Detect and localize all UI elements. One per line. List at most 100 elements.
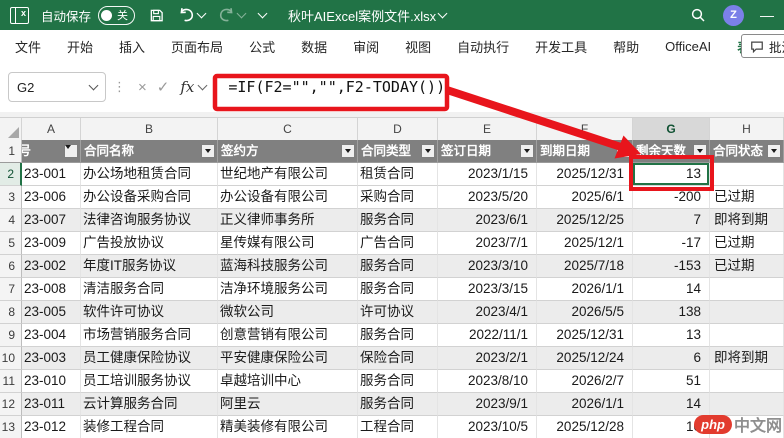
formula-input[interactable]: =IF(F2="","",F2-TODAY()) [228,78,445,96]
cell-type[interactable]: 服务合同 [358,209,438,232]
row-number-5[interactable]: 5 [0,232,22,255]
avatar[interactable]: Z [723,4,744,26]
cell-start[interactable]: 2023/7/1 [438,232,537,255]
cell-name[interactable]: 软件许可协议 [81,301,218,324]
cell-type[interactable]: 采购合同 [358,186,438,209]
cell-status[interactable]: 已过期 [710,255,784,278]
column-letter-E[interactable]: E [438,118,537,142]
cell-party[interactable]: 精美装修有限公司 [218,416,358,438]
drag-handle-icon[interactable]: ⋮ [113,80,126,95]
filter-button[interactable] [767,144,781,158]
cell-days[interactable]: 138 [633,301,710,324]
row-number-4[interactable]: 4 [0,209,22,232]
row-number-2[interactable]: 2 [0,163,22,186]
cell-start[interactable]: 2023/3/10 [438,255,537,278]
cell-days[interactable]: 13 [633,163,710,186]
cell-type[interactable]: 服务合同 [358,393,438,416]
cell-status[interactable] [710,163,784,186]
cell-party[interactable]: 正义律师事务所 [218,209,358,232]
cell-start[interactable]: 2023/2/1 [438,347,537,370]
cell-id[interactable]: 23-007 [22,209,81,232]
column-letter-B[interactable]: B [81,118,218,142]
ribbon-tab-3[interactable]: 插入 [106,37,158,56]
column-letter-H[interactable]: H [710,118,784,142]
cell-end[interactable]: 2026/5/5 [537,301,633,324]
cell-id[interactable]: 23-008 [22,278,81,301]
quick-access-chevron-icon[interactable] [257,8,268,19]
ribbon-tab-5[interactable]: 公式 [236,37,288,56]
cell-status[interactable]: 已过期 [710,232,784,255]
redo-dropdown-chevron-icon[interactable] [236,8,247,19]
row-number-8[interactable]: 8 [0,301,22,324]
cell-days[interactable]: 51 [633,370,710,393]
ribbon-tab-6[interactable]: 数据 [288,37,340,56]
cell-start[interactable]: 2023/6/1 [438,209,537,232]
header-cell-5[interactable]: 签订日期 [438,140,537,163]
autosave-toggle[interactable]: 关 [98,5,136,25]
column-letter-D[interactable]: D [358,118,438,142]
cell-name[interactable]: 员工健康保险协议 [81,347,218,370]
cell-name[interactable]: 清洁服务合同 [81,278,218,301]
ribbon-tab-10[interactable]: 开发工具 [522,37,600,56]
cell-end[interactable]: 2026/1/1 [537,278,633,301]
ribbon-tab-4[interactable]: 页面布局 [158,37,236,56]
cell-party[interactable]: 星传媒有限公司 [218,232,358,255]
cell-end[interactable]: 2026/2/7 [537,370,633,393]
cell-id[interactable]: 23-004 [22,324,81,347]
cell-party[interactable]: 蓝海科技服务公司 [218,255,358,278]
row-number-6[interactable]: 6 [0,255,22,278]
comments-button[interactable]: 批注 [741,34,784,58]
row-number-13[interactable]: 13 [0,416,22,438]
cell-name[interactable]: 云计算服务合同 [81,393,218,416]
cell-name[interactable]: 年度IT服务协议 [81,255,218,278]
undo-dropdown-chevron-icon[interactable] [196,8,207,19]
filter-button[interactable] [201,144,215,158]
cell-party[interactable]: 洁净环境服务公司 [218,278,358,301]
ribbon-tab-1[interactable]: 文件 [0,37,54,56]
cell-type[interactable]: 服务合同 [358,324,438,347]
header-cell-4[interactable]: 合同类型 [358,140,438,163]
ribbon-tab-8[interactable]: 视图 [392,37,444,56]
row-number-12[interactable]: 12 [0,393,22,416]
cell-days[interactable]: 13 [633,324,710,347]
cell-status[interactable] [710,324,784,347]
cell-start[interactable]: 2023/4/1 [438,301,537,324]
cell-party[interactable]: 阿里云 [218,393,358,416]
cell-status[interactable]: 即将到期 [710,347,784,370]
cell-name[interactable]: 广告投放协议 [81,232,218,255]
cell-start[interactable]: 2023/5/20 [438,186,537,209]
ribbon-tab-2[interactable]: 开始 [54,37,106,56]
filter-button[interactable] [341,144,355,158]
cell-id[interactable]: 23-002 [22,255,81,278]
ribbon-tab-11[interactable]: 帮助 [600,37,652,56]
search-button[interactable] [689,6,707,24]
header-cell-3[interactable]: 签约方 [218,140,358,163]
cell-days[interactable]: 6 [633,347,710,370]
cell-party[interactable]: 卓越培训中心 [218,370,358,393]
cell-name[interactable]: 办公设备采购合同 [81,186,218,209]
cell-days[interactable]: -200 [633,186,710,209]
minimize-button[interactable]: — [760,7,774,23]
cell-name[interactable]: 员工培训服务协议 [81,370,218,393]
cell-days[interactable]: 7 [633,209,710,232]
cell-end[interactable]: 2025/12/25 [537,209,633,232]
column-letter-F[interactable]: F [537,118,633,142]
insert-function-button[interactable]: fx [180,78,194,96]
name-box[interactable]: G2 [8,72,106,102]
cell-end[interactable]: 2025/12/28 [537,416,633,438]
cell-start[interactable]: 2023/8/10 [438,370,537,393]
cell-type[interactable]: 服务合同 [358,255,438,278]
row-number-11[interactable]: 11 [0,370,22,393]
column-letter-A[interactable]: A [22,118,81,142]
cell-type[interactable]: 服务合同 [358,278,438,301]
cell-start[interactable]: 2022/11/1 [438,324,537,347]
filter-button[interactable] [64,144,78,158]
cell-end[interactable]: 2025/12/1 [537,232,633,255]
cell-party[interactable]: 办公设备有限公司 [218,186,358,209]
cell-status[interactable] [710,301,784,324]
cell-start[interactable]: 2023/10/5 [438,416,537,438]
header-cell-1[interactable]: 合同编号 [22,140,81,163]
filter-button[interactable] [616,144,630,158]
row-number-10[interactable]: 10 [0,347,22,370]
cell-party[interactable]: 平安健康保险公司 [218,347,358,370]
